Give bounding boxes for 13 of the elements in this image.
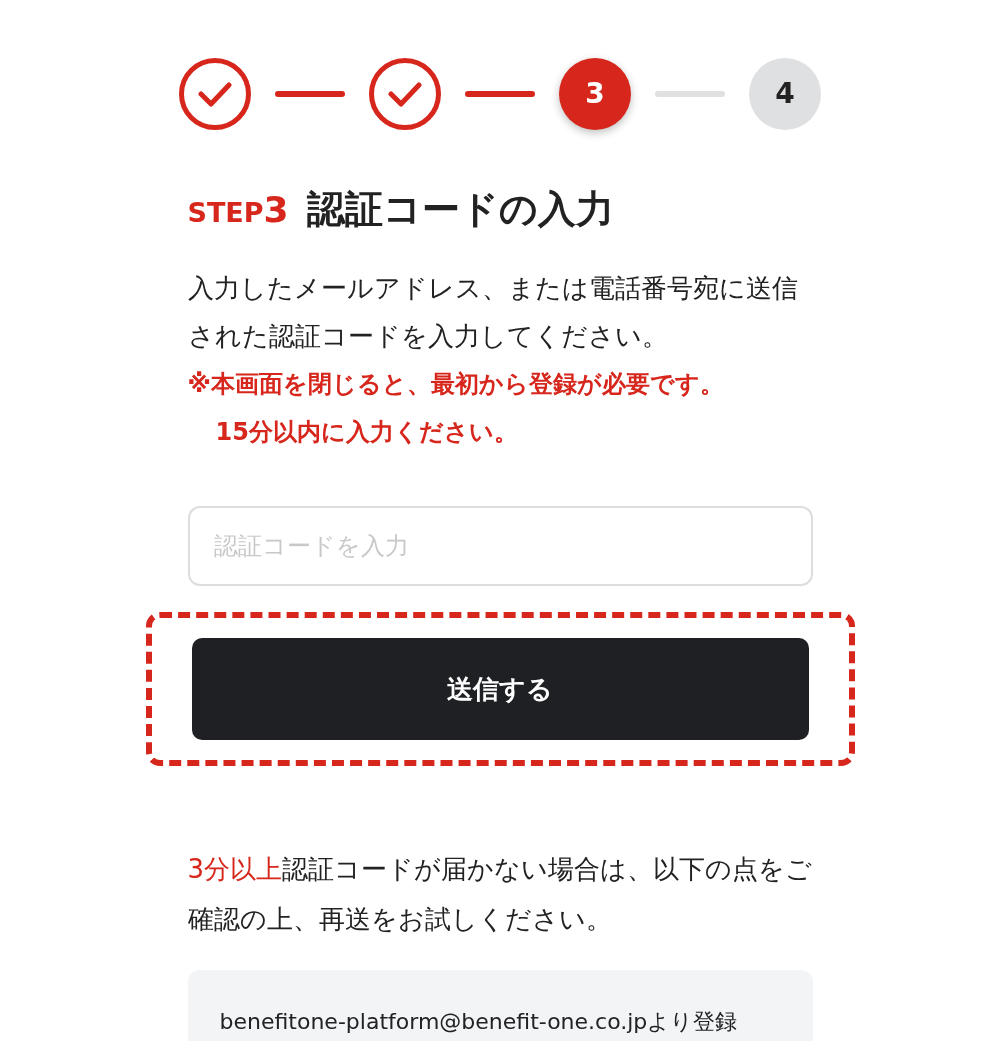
step-number: 3 — [559, 58, 631, 130]
instruction-text: 入力したメールアドレス、または電話番号宛に送信された認証コードを入力してください。 — [187, 272, 799, 353]
step-connector — [275, 91, 345, 97]
submit-button[interactable]: 送信する — [191, 638, 809, 740]
step-label: STEP3 — [187, 192, 289, 228]
info-text: benefitone-platform@benefit-one.co.jpより登録 — [219, 1008, 739, 1036]
resend-note: 3分以上認証コードが届かない場合は、以下の点をご確認の上、再送をお試しください。 — [187, 853, 813, 936]
warning-text: ※本画面を閉じると、最初から登録が必要です。 — [187, 369, 725, 400]
step-connector — [465, 91, 535, 97]
warning-text: 15分以内に入力ください。 — [214, 417, 519, 448]
step-number: 4 — [749, 58, 821, 130]
page-title: 認証コードの入力 — [306, 190, 614, 228]
step-connector — [655, 91, 725, 97]
